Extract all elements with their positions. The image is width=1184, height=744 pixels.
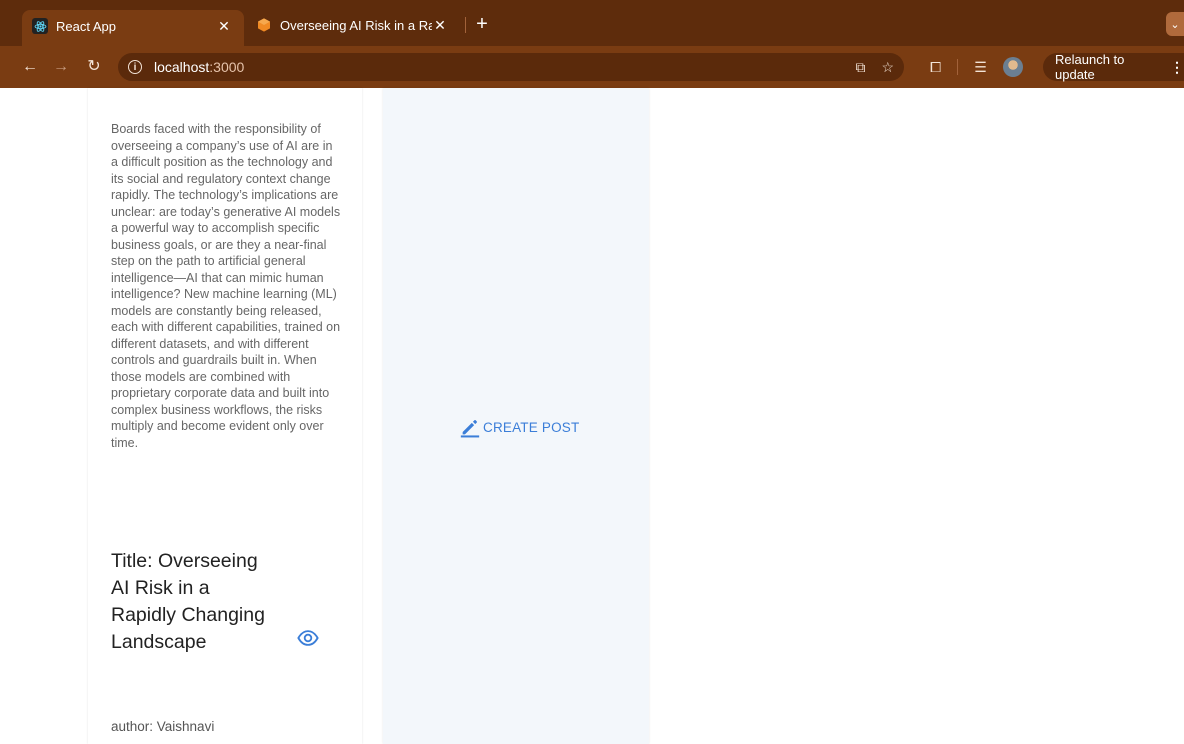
address-bar[interactable]: i localhost:3000 ⧉ ☆ (118, 53, 904, 81)
relaunch-button[interactable]: Relaunch to update ⋮ (1043, 52, 1184, 82)
create-post-label: CREATE POST (483, 419, 580, 435)
menu-kebab-icon[interactable]: ⋮ (1170, 59, 1184, 76)
post-card: Boards faced with the responsibility of … (88, 88, 362, 744)
hex-logo-icon (258, 18, 270, 32)
browser-toolbar: ← → ↻ i localhost:3000 ⧉ ☆ ⧠ ☰ Relaunch … (0, 46, 1184, 88)
toolbar-divider (957, 59, 959, 75)
install-app-icon[interactable]: ⧉ (855, 59, 865, 76)
back-arrow-icon[interactable]: ← (18, 55, 42, 79)
post-title: Title: Overseeing AI Risk in a Rapidly C… (111, 550, 265, 653)
forward-arrow-icon[interactable]: → (49, 55, 73, 79)
reading-list-icon[interactable]: ☰ (974, 59, 987, 76)
url-text: localhost:3000 (154, 59, 245, 75)
reload-icon[interactable]: ↻ (82, 55, 106, 79)
toolbar-icons: ⧠ ☰ (930, 55, 1023, 79)
tab-strip: React App ✕ Overseeing AI Risk in a Rapi… (0, 0, 1184, 46)
post-author: author: Vaishnavi (111, 719, 215, 734)
tab-title: Overseeing AI Risk in a Rapidl (280, 17, 432, 33)
tab-search-chevron-icon[interactable]: ⌄ (1166, 12, 1184, 36)
create-post-panel: CREATE POST (383, 88, 649, 744)
extensions-puzzle-icon[interactable]: ⧠ (930, 59, 941, 76)
site-info-icon[interactable]: i (128, 60, 142, 74)
tab-close-icon[interactable]: ✕ (216, 18, 232, 35)
tab-react-app[interactable]: React App ✕ (22, 10, 244, 46)
new-tab-icon[interactable]: + (472, 12, 492, 36)
pencil-icon (460, 420, 480, 438)
tab-title: React App (56, 18, 116, 34)
browser-chrome: React App ✕ Overseeing AI Risk in a Rapi… (0, 0, 1184, 88)
tab-separator (465, 17, 466, 33)
create-post-button[interactable]: CREATE POST (459, 416, 579, 438)
react-logo-icon (32, 18, 48, 34)
relaunch-label: Relaunch to update (1055, 52, 1125, 82)
address-bar-actions: ⧉ ☆ (855, 53, 894, 81)
eye-icon[interactable] (297, 627, 319, 649)
post-body: Boards faced with the responsibility of … (111, 122, 341, 450)
tab-overseeing-ai[interactable]: Overseeing AI Risk in a Rapidl ✕ (246, 10, 460, 40)
bookmark-star-icon[interactable]: ☆ (881, 59, 894, 76)
tab-close-icon[interactable]: ✕ (432, 17, 448, 34)
profile-avatar[interactable] (1002, 57, 1023, 77)
